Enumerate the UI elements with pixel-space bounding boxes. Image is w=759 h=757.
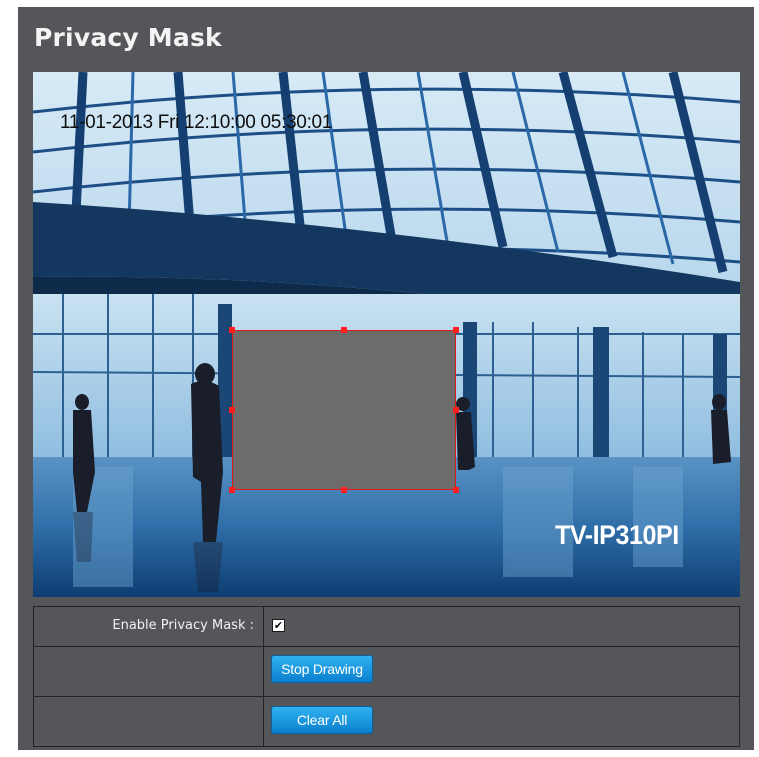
privacy-mask-settings-table: Enable Privacy Mask : ✔ Stop Drawing Cle… [33, 606, 740, 747]
privacy-mask-region[interactable] [232, 330, 456, 490]
resize-handle-top-right[interactable] [453, 327, 459, 333]
enable-privacy-mask-checkbox[interactable]: ✔ [272, 619, 285, 632]
resize-handle-bottom[interactable] [341, 487, 347, 493]
label-cell: Enable Privacy Mask : [34, 607, 264, 646]
live-video-view[interactable]: 11-01-2013 Fri 12:10:00 05:30:01 TV-IP31… [33, 72, 740, 597]
resize-handle-top[interactable] [341, 327, 347, 333]
enable-privacy-mask-row: Enable Privacy Mask : ✔ [34, 607, 739, 647]
resize-handle-top-left[interactable] [229, 327, 235, 333]
resize-handle-bottom-left[interactable] [229, 487, 235, 493]
value-cell: Stop Drawing [265, 647, 739, 696]
label-cell [34, 647, 264, 696]
stop-drawing-button[interactable]: Stop Drawing [271, 655, 373, 683]
clear-all-button[interactable]: Clear All [271, 706, 373, 734]
value-cell: ✔ [265, 607, 739, 646]
resize-handle-left[interactable] [229, 407, 235, 413]
enable-privacy-mask-label: Enable Privacy Mask : [112, 618, 254, 633]
label-cell [34, 697, 264, 746]
privacy-mask-panel: Privacy Mask 11-01-2013 Fri 12:10:00 05:… [18, 7, 754, 750]
page-title: Privacy Mask [34, 23, 222, 52]
osd-model-name: TV-IP310PI [555, 520, 679, 550]
resize-handle-right[interactable] [453, 407, 459, 413]
osd-datetime: 11-01-2013 Fri 12:10:00 05:30:01 [60, 112, 333, 133]
resize-handle-bottom-right[interactable] [453, 487, 459, 493]
clear-all-row: Clear All [34, 697, 739, 746]
value-cell: Clear All [265, 697, 739, 746]
stop-drawing-row: Stop Drawing [34, 647, 739, 697]
